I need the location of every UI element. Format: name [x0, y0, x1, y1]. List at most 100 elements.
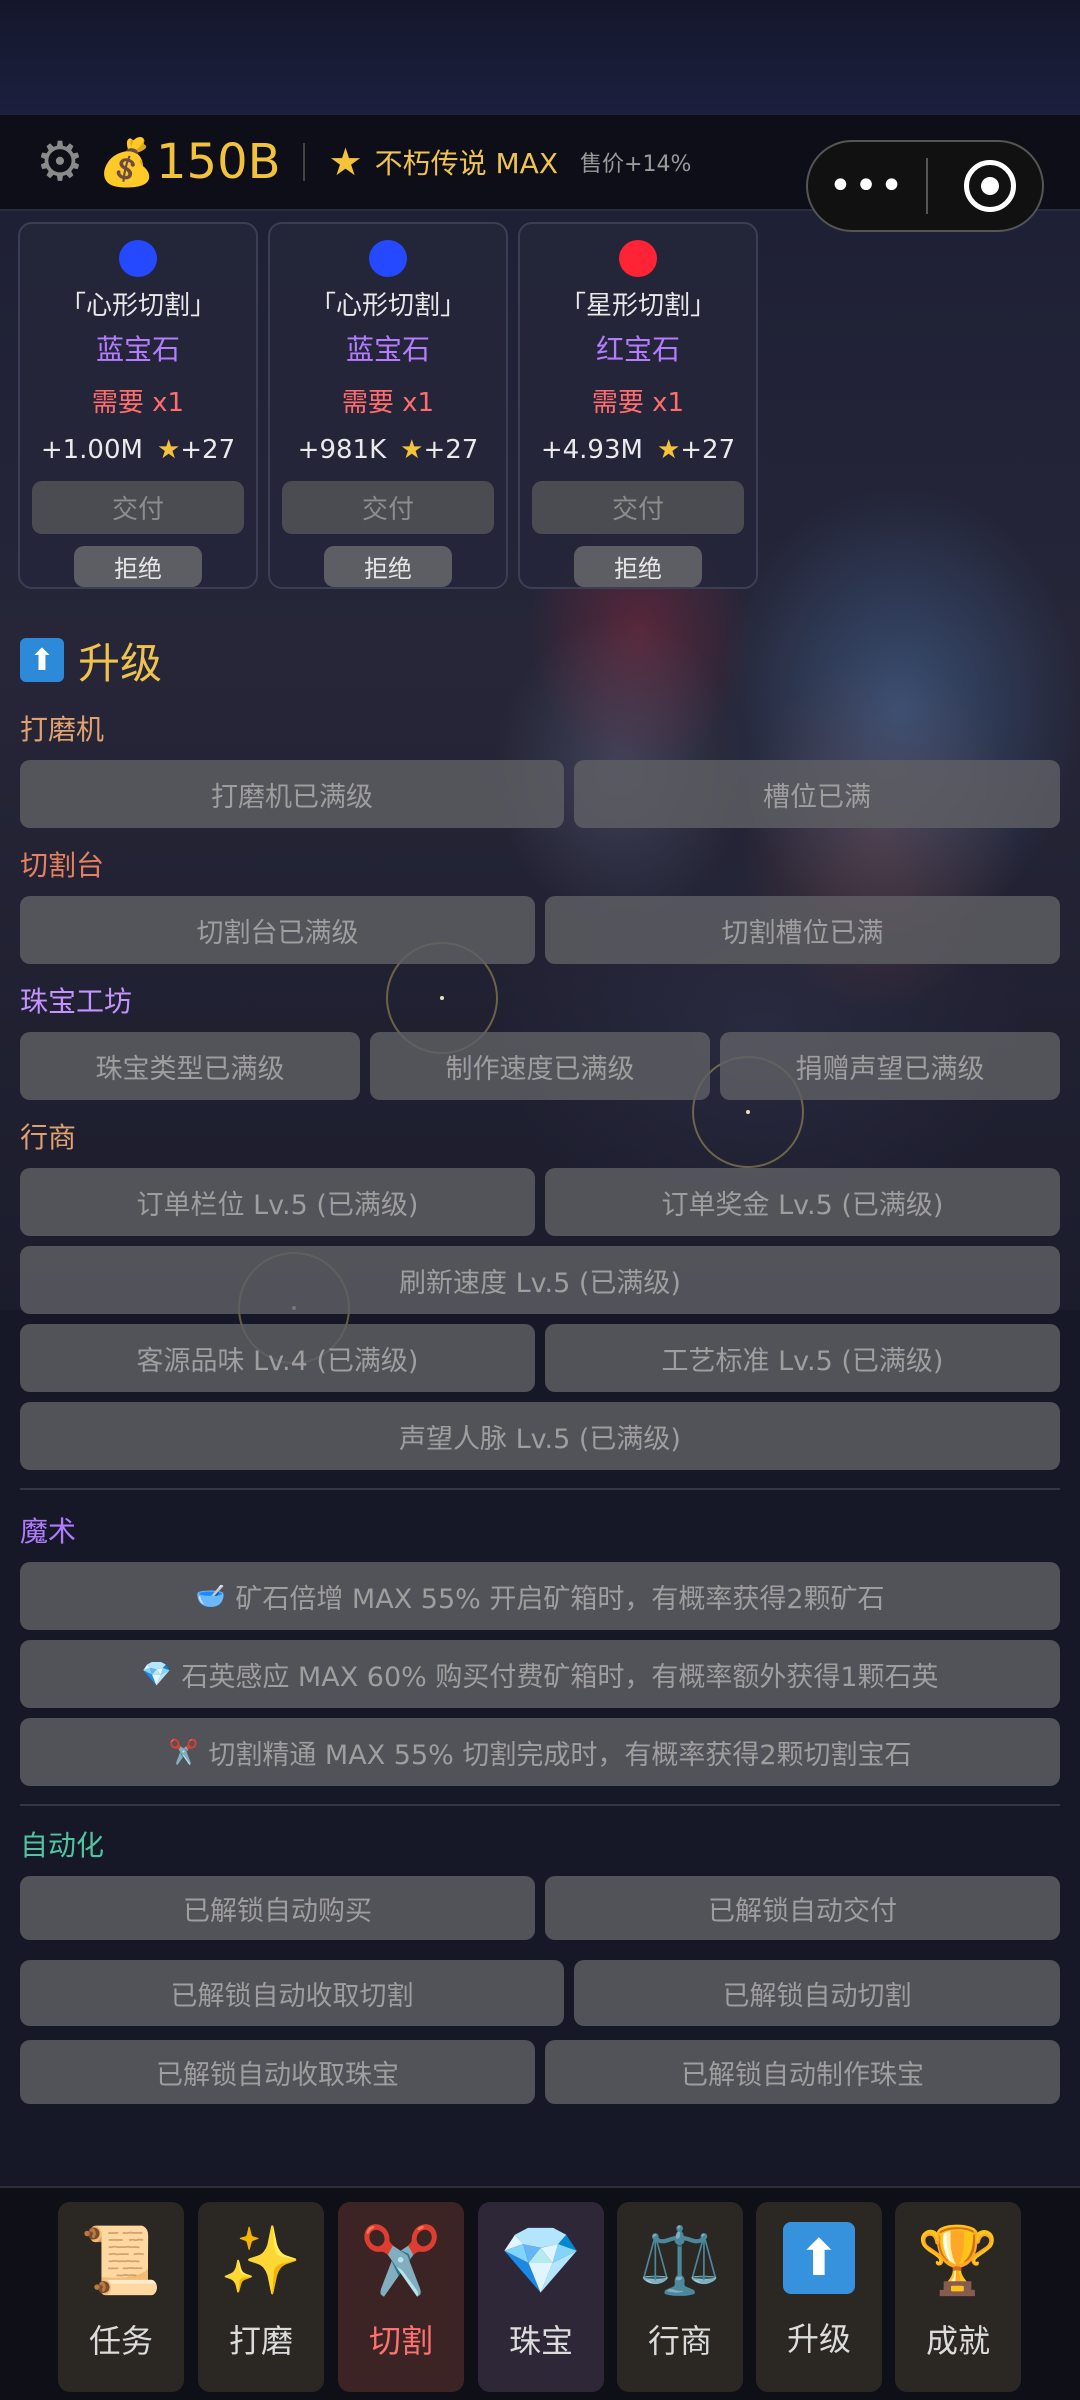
auto-row-3: 已解锁自动收取珠宝 已解锁自动制作珠宝 — [20, 2040, 1060, 2104]
tab-merchant[interactable]: ⚖️ 行商 — [617, 2202, 743, 2392]
section-grinder: 打磨机 — [20, 713, 105, 746]
arrow-up-icon: ⬆ — [20, 638, 64, 682]
reward-star: ★+27 — [656, 435, 736, 466]
auto-craft-jewel-button[interactable]: 已解锁自动制作珠宝 — [545, 2040, 1060, 2104]
section-divider — [20, 1804, 1060, 1806]
diamond-icon: 💎 — [499, 2222, 583, 2299]
deliver-button[interactable]: 交付 — [532, 481, 744, 534]
order-bonus-button[interactable]: 订单奖金 Lv.5 (已满级) — [545, 1168, 1060, 1236]
cutting-level-button[interactable]: 切割台已满级 — [20, 896, 535, 964]
order-cards: 「心形切割」 蓝宝石 需要 x1 +1.00M ★+27 交付 拒绝 「心形切割… — [18, 222, 758, 589]
tab-label: 珠宝 — [508, 2322, 573, 2360]
tab-label: 成就 — [925, 2322, 990, 2360]
tab-achievements[interactable]: 🏆 成就 — [895, 2202, 1021, 2392]
star-icon: ★ — [156, 435, 181, 466]
order-gem-type: 蓝宝石 — [345, 333, 430, 367]
section-magic: 魔术 — [20, 1515, 77, 1548]
jewel-type-button[interactable]: 珠宝类型已满级 — [20, 1032, 360, 1100]
gem-dot-icon — [369, 240, 407, 278]
donate-prestige-button[interactable]: 捐赠声望已满级 — [720, 1032, 1060, 1100]
miniprogram-capsule: ••• — [806, 140, 1044, 232]
diamond-icon: 💎 — [141, 1660, 172, 1688]
reward-money: +1.00M — [40, 435, 143, 466]
section-divider — [20, 1488, 1060, 1490]
tab-label: 任务 — [88, 2322, 153, 2360]
auto-deliver-button[interactable]: 已解锁自动交付 — [545, 1876, 1060, 1940]
reward-money: +4.93M — [540, 435, 643, 466]
gem-dot-icon — [619, 240, 657, 278]
tab-upgrade[interactable]: ⬆ 升级 — [756, 2202, 882, 2392]
merchant-row-3: 客源品味 Lv.4 (已满级) 工艺标准 Lv.5 (已满级) — [20, 1324, 1060, 1392]
deliver-button[interactable]: 交付 — [32, 481, 244, 534]
order-gem-type: 红宝石 — [595, 333, 680, 367]
tab-label: 升级 — [786, 2320, 851, 2358]
craft-standard-button[interactable]: 工艺标准 Lv.5 (已满级) — [545, 1324, 1060, 1392]
star-icon: ★ — [328, 140, 363, 184]
magic-text: 矿石倍增 MAX 55% 开启矿箱时，有概率获得2颗矿石 — [235, 1583, 885, 1615]
workshop-row: 珠宝类型已满级 制作速度已满级 捐赠声望已满级 — [20, 1032, 1060, 1100]
auto-buy-button[interactable]: 已解锁自动购买 — [20, 1876, 535, 1940]
order-card: 「星形切割」 红宝石 需要 x1 +4.93M ★+27 交付 拒绝 — [518, 222, 758, 589]
order-reward: +4.93M ★+27 — [541, 435, 735, 465]
reject-button[interactable]: 拒绝 — [324, 545, 452, 588]
order-cut-name: 「心形切割」 — [59, 291, 216, 322]
star-icon: ★ — [400, 435, 424, 466]
auto-collect-jewel-button[interactable]: 已解锁自动收取珠宝 — [20, 2040, 535, 2104]
star-icon: ★ — [656, 435, 681, 466]
magic-text: 切割精通 MAX 55% 切割完成时，有概率获得2颗切割宝石 — [208, 1739, 912, 1771]
tab-label: 打磨 — [228, 2322, 293, 2360]
scales-icon: ⚖️ — [638, 2222, 722, 2299]
section-automation: 自动化 — [20, 1829, 105, 1862]
grinder-level-button[interactable]: 打磨机已满级 — [20, 760, 564, 828]
craft-speed-button[interactable]: 制作速度已满级 — [370, 1032, 710, 1100]
grinder-slot-button[interactable]: 槽位已满 — [574, 760, 1060, 828]
tab-tasks[interactable]: 📜 任务 — [58, 2202, 184, 2392]
prestige-network-button[interactable]: 声望人脉 Lv.5 (已满级) — [20, 1402, 1060, 1470]
more-menu-icon[interactable]: ••• — [808, 166, 926, 206]
arrow-up-icon: ⬆ — [783, 2222, 855, 2294]
background-sky — [0, 0, 1080, 120]
order-gem-type: 蓝宝石 — [95, 333, 180, 367]
customer-taste-button[interactable]: 客源品味 Lv.4 (已满级) — [20, 1324, 535, 1392]
scroll-icon: 📜 — [79, 2222, 163, 2299]
reward-star: ★+27 — [156, 435, 236, 466]
tab-cut[interactable]: ✂️ 切割 — [338, 2202, 464, 2392]
tab-polish[interactable]: ✨ 打磨 — [198, 2202, 324, 2392]
magic-row: ✂️ 切割精通 MAX 55% 切割完成时，有概率获得2颗切割宝石 — [20, 1718, 1060, 1786]
merchant-row-2: 刷新速度 Lv.5 (已满级) — [20, 1246, 1060, 1314]
magic-row: 🥣 矿石倍增 MAX 55% 开启矿箱时，有概率获得2颗矿石 — [20, 1562, 1060, 1630]
deliver-button[interactable]: 交付 — [282, 481, 494, 534]
magic-ore-multiply-button[interactable]: 🥣 矿石倍增 MAX 55% 开启矿箱时，有概率获得2颗矿石 — [20, 1562, 1060, 1630]
divider — [302, 143, 305, 181]
tab-label: 切割 — [368, 2322, 433, 2360]
order-need: 需要 x1 — [91, 388, 185, 419]
auto-row-2: 已解锁自动收取切割 已解锁自动切割 — [20, 1960, 1060, 2026]
magic-cut-mastery-button[interactable]: ✂️ 切割精通 MAX 55% 切割完成时，有概率获得2颗切割宝石 — [20, 1718, 1060, 1786]
tab-label: 行商 — [647, 2322, 712, 2360]
merchant-row-4: 声望人脉 Lv.5 (已满级) — [20, 1402, 1060, 1470]
cutting-slot-button[interactable]: 切割槽位已满 — [545, 896, 1060, 964]
money-amount: 150B — [156, 134, 281, 190]
sale-bonus: 售价+14% — [580, 152, 692, 177]
upgrade-panel: ⬆ 升级 打磨机 打磨机已满级 槽位已满 切割台 切割台已满级 切割槽位已满 珠… — [20, 628, 1060, 2104]
scissors-icon: ✂️ — [359, 2222, 443, 2299]
refresh-speed-button[interactable]: 刷新速度 Lv.5 (已满级) — [20, 1246, 1060, 1314]
tab-jewelry[interactable]: 💎 珠宝 — [478, 2202, 604, 2392]
order-card: 「心形切割」 蓝宝石 需要 x1 +1.00M ★+27 交付 拒绝 — [18, 222, 258, 589]
trophy-icon: 🏆 — [916, 2222, 1000, 2299]
bottom-nav: 📜 任务 ✨ 打磨 ✂️ 切割 💎 珠宝 ⚖️ 行商 ⬆ 升级 🏆 成就 — [0, 2186, 1080, 2400]
sparkles-icon: ✨ — [219, 2222, 303, 2299]
reject-button[interactable]: 拒绝 — [574, 545, 702, 588]
magic-quartz-sense-button[interactable]: 💎 石英感应 MAX 60% 购买付费矿箱时，有概率额外获得1颗石英 — [20, 1640, 1060, 1708]
auto-collect-cut-button[interactable]: 已解锁自动收取切割 — [20, 1960, 564, 2026]
order-card: 「心形切割」 蓝宝石 需要 x1 +981K ★+27 交付 拒绝 — [268, 222, 508, 589]
gear-icon[interactable]: ⚙ — [34, 135, 86, 189]
magic-text: 石英感应 MAX 60% 购买付费矿箱时，有概率额外获得1颗石英 — [181, 1661, 939, 1693]
order-cut-name: 「星形切割」 — [559, 291, 716, 322]
reject-button[interactable]: 拒绝 — [74, 545, 202, 588]
close-target-icon[interactable] — [964, 160, 1016, 212]
auto-cut-button[interactable]: 已解锁自动切割 — [574, 1960, 1060, 2026]
order-slots-button[interactable]: 订单栏位 Lv.5 (已满级) — [20, 1168, 535, 1236]
scissors-icon: ✂️ — [168, 1738, 199, 1766]
order-need: 需要 x1 — [341, 388, 435, 419]
